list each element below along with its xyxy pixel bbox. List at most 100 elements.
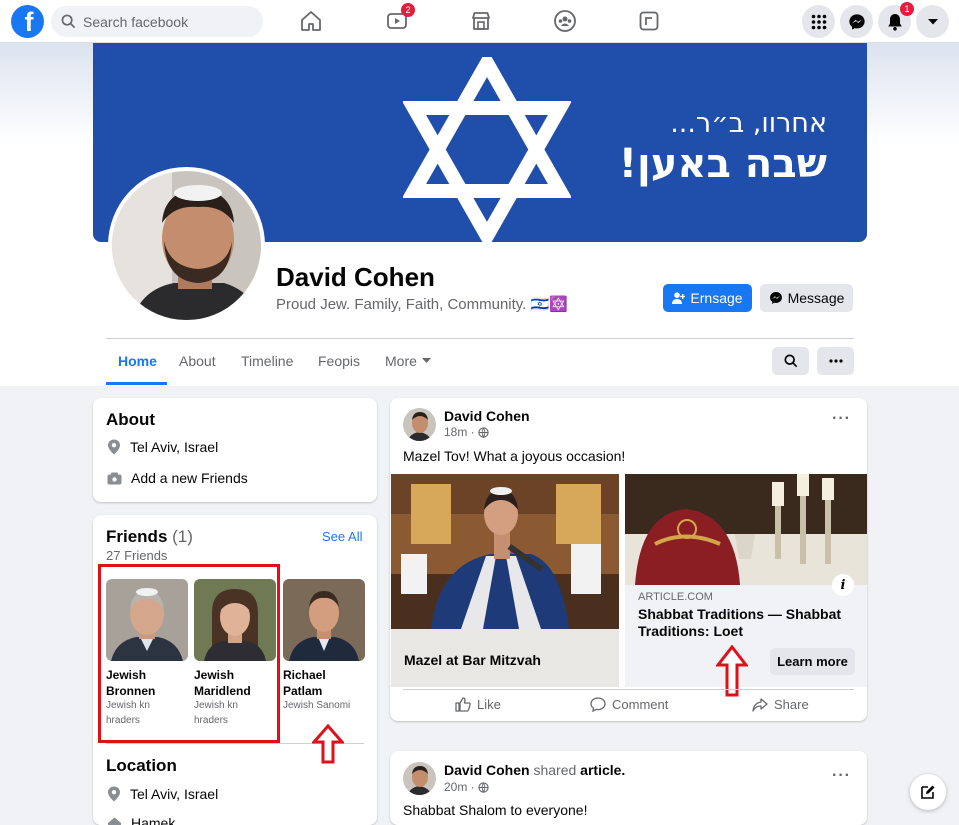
add-friend-button[interactable]: Ernsage [663,284,752,312]
see-all-friends-link[interactable]: See All [322,529,362,544]
friends-count: (1) [172,527,193,546]
about-add-friends-text: Add a new Friends [131,470,248,486]
cover-text-line1: אחרוו, ב״ר... [670,108,827,139]
top-navigation-bar: f Search facebook 2 1 [0,0,959,43]
gaming-nav-icon[interactable] [634,6,664,36]
profile-more-button[interactable] [817,347,854,375]
friend-photo-3[interactable] [283,579,365,661]
location-text: Tel Aviv, Israel [130,786,219,802]
location-partial-text: Hamek [131,815,176,825]
friend-name-3[interactable]: Richael Patlam [283,667,326,699]
about-card-title: About [106,410,156,429]
messenger-button[interactable] [840,5,873,38]
post-author-avatar[interactable] [403,408,436,441]
notifications-button[interactable]: 1 [878,2,914,38]
thumbs-up-icon [455,697,471,712]
message-label: Message [787,290,845,306]
active-tab-indicator [106,382,167,385]
location-row: Tel Aviv, Israel [107,786,218,802]
about-add-friends-row[interactable]: Add a new Friends [107,470,248,486]
facebook-logo[interactable]: f [11,5,44,38]
grid-icon [811,14,826,29]
post-text: Mazel Tov! What a joyous occasion! [403,448,626,464]
post-actions-divider [403,689,854,690]
menu-grid-button[interactable] [802,5,835,38]
comment-label: Comment [612,697,669,712]
comment-button[interactable]: Comment [590,697,668,712]
post-options-button[interactable]: ··· [832,410,851,428]
location-partial-row: Hamek [107,815,175,825]
post2-author-name[interactable]: David Cohen [444,762,530,778]
bell-icon [887,13,902,31]
search-input[interactable]: Search facebook [51,6,263,37]
tab-more[interactable]: More [385,353,431,369]
post2-header: David Cohen shared article. [444,762,625,778]
new-message-button[interactable] [910,774,946,810]
about-location-text: Tel Aviv, Israel [130,439,219,455]
post-photo[interactable]: Mazel at Bar Mitzvah [391,474,619,687]
info-icon[interactable]: i [832,574,854,596]
post2-shared-text: shared [533,762,577,778]
star-of-david-icon [403,57,571,242]
profile-picture[interactable] [108,167,265,324]
friend-name-3-line1: Richael [283,668,326,682]
tab-more-label: More [385,353,417,369]
friend-name-3-line2: Patlam [283,684,323,698]
tab-about[interactable]: About [179,353,216,369]
post2-timestamp[interactable]: 20m · [444,780,489,794]
marketplace-nav-icon[interactable] [466,6,496,36]
caret-down-icon [421,358,431,363]
share-button[interactable]: Share [752,697,809,712]
friends-card-title: Friends (1) [106,527,193,547]
groups-nav-icon[interactable] [550,6,580,36]
more-dots-icon [828,359,843,363]
video-badge: 2 [401,3,415,17]
share-icon [752,697,768,712]
post-author-name[interactable]: David Cohen [444,408,530,424]
header-divider [106,338,854,339]
like-label: Like [477,697,501,712]
home-icon [108,817,121,825]
watch-nav-icon[interactable]: 2 [382,3,415,36]
tab-timeline[interactable]: Timeline [241,353,293,369]
profile-bio: Proud Jew. Family, Faith, Community. 🇮🇱🔯 [276,296,568,313]
post2-options-button[interactable]: ··· [832,767,851,785]
compose-icon [921,785,935,799]
post2-text: Shabbat Shalom to everyone! [403,802,588,818]
friends-icon [107,472,122,484]
link-title: Shabbat Traditions — Shabbat Traditions:… [638,606,842,639]
tab-home[interactable]: Home [118,353,157,369]
about-location-row: Tel Aviv, Israel [107,439,218,455]
profile-name: David Cohen [276,262,435,292]
link-domain: ARTICLE.COM [638,591,713,603]
account-menu-button[interactable] [916,5,949,38]
share-label: Share [774,697,809,712]
annotation-arrow-up-icon [312,724,344,764]
friends-subtitle: 27 Friends [106,548,168,563]
like-button[interactable]: Like [455,697,501,712]
message-button[interactable]: Message [760,284,853,312]
location-pin-icon [108,786,120,802]
friend-sub-3: Jewish Sanomi [283,698,350,713]
profile-search-button[interactable] [772,347,809,375]
location-card-title: Location [106,756,177,775]
notifications-badge: 1 [900,2,914,16]
post-timestamp[interactable]: 18m · [444,425,489,439]
post2-time-text: 20m · [444,780,475,794]
globe-icon [478,781,489,793]
cover-text-line2: שבה באען! [618,141,827,187]
chevron-down-icon [927,18,938,24]
home-nav-icon[interactable] [296,6,326,36]
messenger-icon [769,292,782,304]
search-icon [61,14,76,29]
comment-icon [590,697,606,712]
search-placeholder: Search facebook [83,13,189,30]
add-friend-label: Ernsage [690,290,743,306]
learn-more-button[interactable]: Learn more [770,648,855,675]
add-person-icon [672,292,686,304]
post2-article-link[interactable]: article. [580,762,625,778]
tab-feopis[interactable]: Feopis [318,353,360,369]
post2-author-avatar[interactable] [403,762,436,795]
friend-sub-3-line1: Jewish Sanomi [283,700,351,711]
messenger-icon [848,13,865,30]
